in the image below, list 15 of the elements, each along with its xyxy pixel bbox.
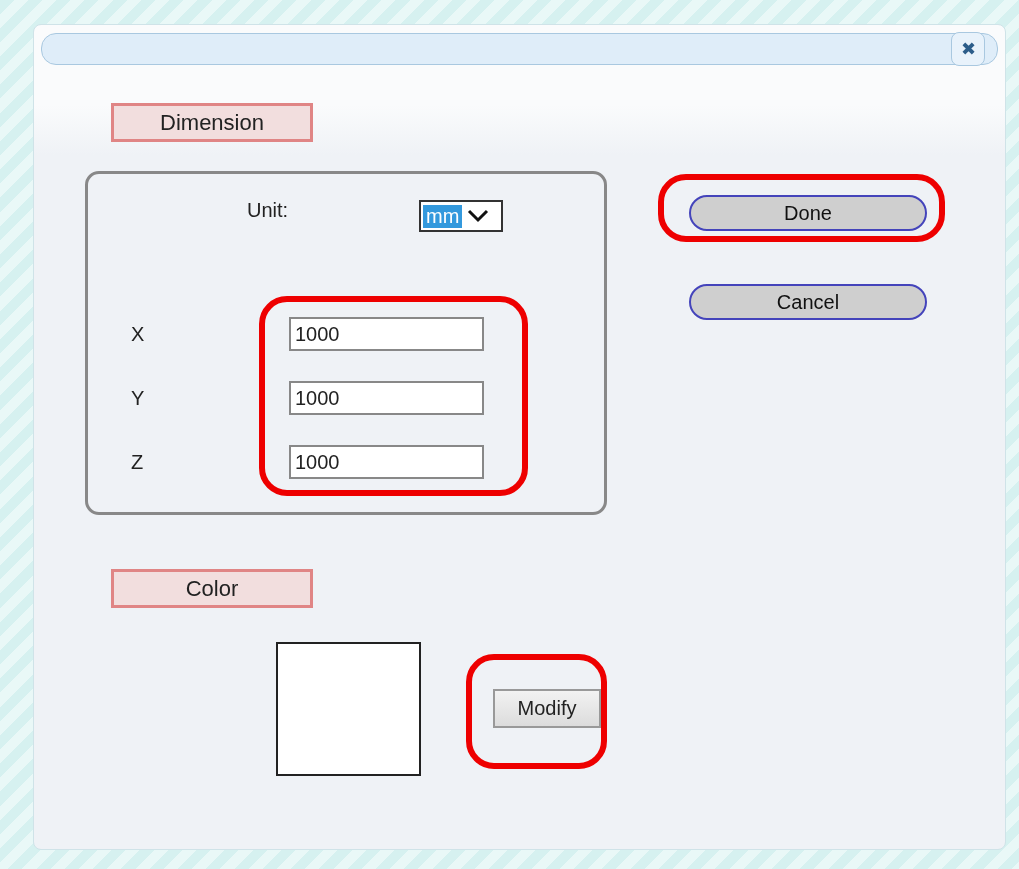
number-field[interactable]: 1000 bbox=[289, 445, 484, 479]
axis-label: X bbox=[131, 322, 146, 346]
section-heading: Color bbox=[111, 569, 313, 608]
unit-label: Unit: bbox=[247, 198, 290, 222]
dialog-button[interactable]: Done bbox=[689, 195, 927, 231]
axis-label: Z bbox=[131, 450, 145, 474]
dialog-button[interactable]: Cancel bbox=[689, 284, 927, 320]
unit-value: mm bbox=[423, 204, 463, 228]
number-field[interactable]: 1000 bbox=[289, 317, 484, 351]
section-heading: Dimension bbox=[111, 103, 313, 142]
modify-button[interactable]: Modify bbox=[493, 689, 601, 728]
chevron-icon bbox=[466, 208, 491, 224]
axis-label: Y bbox=[131, 386, 146, 410]
close-button[interactable]: ✖ bbox=[951, 32, 985, 66]
number-field[interactable]: 1000 bbox=[289, 381, 484, 415]
